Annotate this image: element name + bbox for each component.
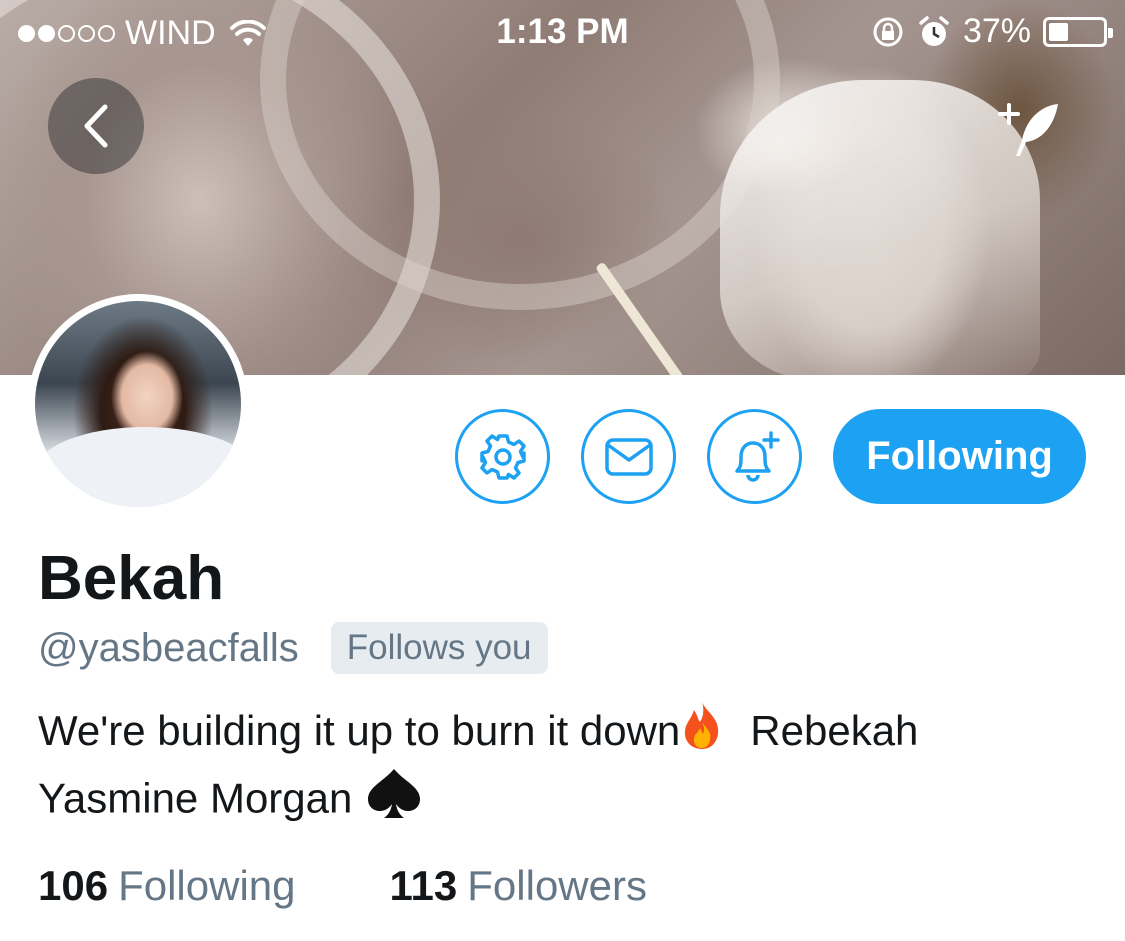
status-bar: WIND 1:13 PM 37% [0,0,1125,64]
following-count: 106 [38,862,109,909]
banner-statue [720,80,1040,375]
followers-stat[interactable]: 113 Followers [390,862,647,910]
profile-bio: We're building it up to burn it down Rebe… [38,700,1078,836]
battery-percent: 37% [962,12,1031,50]
following-label: Following [118,862,296,909]
spade-emoji [364,767,424,836]
followers-count: 113 [389,862,458,909]
settings-button[interactable] [455,409,550,504]
orientation-lock-icon [873,17,903,46]
avatar[interactable] [28,294,248,514]
avatar-shirt [35,427,241,507]
status-right: 37% [871,12,1113,51]
bio-text-tail: Rebekah [750,707,919,754]
followers-label: Followers [467,862,647,909]
chevron-left-icon [84,104,108,148]
handle-row: @yasbeacfalls Follows you [38,622,548,674]
bio-text-line2: Yasmine Morgan [38,775,353,822]
envelope-icon [604,437,653,476]
profile-handle: @yasbeacfalls [38,625,299,670]
following-button[interactable]: Following [833,409,1086,504]
follows-you-badge: Follows you [330,622,548,674]
bell-plus-icon [734,430,780,482]
back-button[interactable] [48,78,144,174]
profile-stats: 106 Following 113 Followers [38,862,647,910]
following-stat[interactable]: 106 Following [38,862,296,910]
battery-level [1049,22,1069,41]
gear-icon [479,433,526,480]
notifications-button[interactable] [707,409,802,504]
bio-text: We're building it up to burn it down [38,707,681,754]
profile-name: Bekah [38,544,225,613]
alarm-icon [919,15,949,46]
compose-tweet-button[interactable] [996,96,1066,166]
compose-quill-icon [998,103,1058,156]
battery-icon [1043,16,1113,47]
fire-emoji [680,700,724,767]
message-button[interactable] [581,409,676,504]
